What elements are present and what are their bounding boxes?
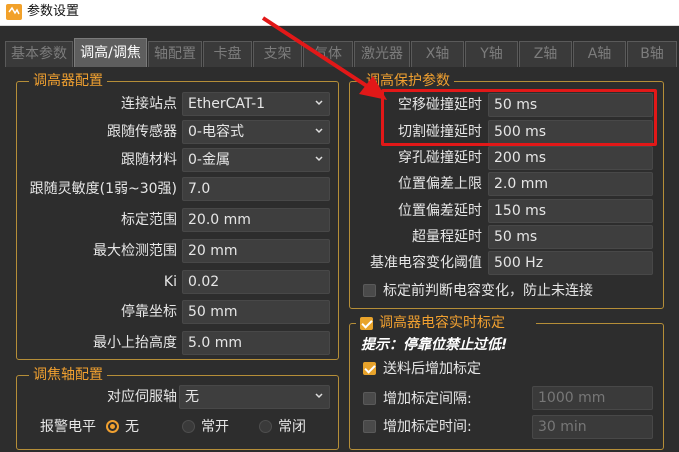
pos-dev-limit-input[interactable]: 2.0 mm xyxy=(488,172,653,196)
alarm-radio-normally-closed[interactable] xyxy=(259,420,272,433)
window-title: 参数设置 xyxy=(27,4,80,19)
ki-label: Ki xyxy=(163,274,177,290)
height-controller-title: 调高器配置 xyxy=(29,72,107,90)
precalib-check-label: 标定前判断电容变化，防止未连接 xyxy=(383,283,593,299)
overtravel-delay-label: 超量程延时 xyxy=(412,229,482,245)
realtime-hint: 提示：停靠位禁止过低! xyxy=(361,337,508,353)
pierce-delay-input[interactable]: 200 ms xyxy=(488,146,653,170)
min-lift-input[interactable]: 5.0 mm xyxy=(182,331,330,355)
chevron-down-icon xyxy=(315,156,323,162)
sensitivity-label: 跟随灵敏度(1弱~30强) xyxy=(29,181,177,197)
tab-z-axis[interactable]: Z轴 xyxy=(519,41,572,67)
interval-input[interactable]: 1000 mm xyxy=(532,386,653,410)
park-label: 停靠坐标 xyxy=(121,304,177,320)
interval-label: 增加标定间隔: xyxy=(383,391,472,407)
alarm-radio-none[interactable] xyxy=(106,420,119,433)
calib-range-label: 标定范围 xyxy=(121,212,177,228)
after-feed-checkbox[interactable] xyxy=(363,362,376,375)
pos-dev-delay-input[interactable]: 150 ms xyxy=(488,199,653,223)
alarm-option-normally-closed: 常闭 xyxy=(278,419,306,435)
tab-b-axis[interactable]: B轴 xyxy=(627,41,677,67)
tab-axis-config[interactable]: 轴配置 xyxy=(148,41,202,67)
tab-a-axis[interactable]: A轴 xyxy=(573,41,626,67)
after-feed-label: 送料后增加标定 xyxy=(383,361,481,377)
interval-checkbox[interactable] xyxy=(363,392,376,405)
focus-axis-title: 调焦轴配置 xyxy=(29,366,107,384)
tab-basic-params[interactable]: 基本参数 xyxy=(5,41,73,67)
station-label: 连接站点 xyxy=(121,96,177,112)
material-select[interactable]: 0-金属 xyxy=(182,148,330,172)
annotation-arrow-icon xyxy=(261,16,387,100)
alarm-level-label: 报警电平 xyxy=(40,419,96,435)
chevron-down-icon xyxy=(315,128,323,134)
alarm-radio-normally-open[interactable] xyxy=(182,420,195,433)
alarm-option-normally-open: 常开 xyxy=(201,419,229,435)
realtime-calib-title: 调高器电容实时标定 xyxy=(379,315,505,331)
servo-value: 无 xyxy=(185,389,199,405)
time-checkbox[interactable] xyxy=(363,420,376,433)
material-value: 0-金属 xyxy=(188,152,230,168)
time-input[interactable]: 30 min xyxy=(532,415,653,439)
realtime-calib-checkbox[interactable] xyxy=(360,317,373,330)
tab-x-axis[interactable]: X轴 xyxy=(411,41,464,67)
calib-range-input[interactable]: 20.0 mm xyxy=(182,208,330,232)
max-detect-label: 最大检测范围 xyxy=(93,243,177,259)
overtravel-delay-input[interactable]: 50 ms xyxy=(488,225,653,249)
sensor-select[interactable]: 0-电容式 xyxy=(182,120,330,144)
sensitivity-input[interactable]: 7.0 xyxy=(182,177,330,201)
sensor-value: 0-电容式 xyxy=(188,124,244,140)
highlight-box xyxy=(381,89,657,146)
pos-dev-limit-label: 位置偏差上限 xyxy=(398,176,482,192)
pos-dev-delay-label: 位置偏差延时 xyxy=(398,203,482,219)
time-label: 增加标定时间: xyxy=(383,419,472,435)
park-input[interactable]: 50 mm xyxy=(182,300,330,324)
app-icon xyxy=(6,4,22,20)
precalib-check-checkbox[interactable] xyxy=(363,284,376,297)
cap-threshold-label: 基准电容变化阈值 xyxy=(370,255,482,271)
cap-threshold-input[interactable]: 500 Hz xyxy=(488,251,653,275)
min-lift-label: 最小上抬高度 xyxy=(93,335,177,351)
ki-input[interactable]: 0.02 xyxy=(182,270,330,294)
chevron-down-icon xyxy=(315,393,323,399)
sensor-label: 跟随传感器 xyxy=(107,124,177,140)
max-detect-input[interactable]: 20 mm xyxy=(182,239,330,263)
alarm-option-none: 无 xyxy=(125,419,139,435)
station-value: EtherCAT-1 xyxy=(188,96,266,112)
tab-y-axis[interactable]: Y轴 xyxy=(465,41,518,67)
servo-select[interactable]: 无 xyxy=(179,385,330,409)
material-label: 跟随材料 xyxy=(121,152,177,168)
tab-chuck[interactable]: 卡盘 xyxy=(203,41,252,67)
servo-label: 对应伺服轴 xyxy=(107,389,177,405)
tab-height-focus[interactable]: 调高/调焦 xyxy=(74,38,147,67)
pierce-delay-label: 穿孔碰撞延时 xyxy=(398,150,482,166)
